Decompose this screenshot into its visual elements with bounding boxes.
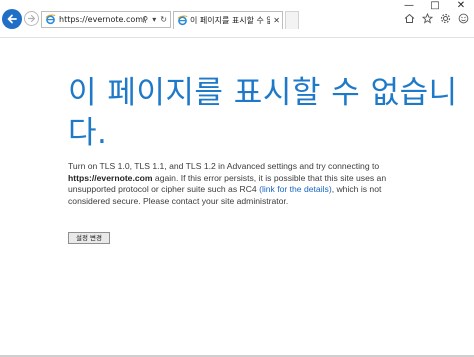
window-controls: — □ ✕: [396, 0, 474, 12]
address-tools: ⚲ ▾ ↻: [142, 14, 167, 25]
forward-button[interactable]: [24, 11, 39, 26]
tab-title: 이 페이지를 표시할 수 없...: [190, 16, 270, 25]
back-arrow-icon: [7, 14, 17, 24]
error-page: 이 페이지를 표시할 수 없습니다. Turn on TLS 1.0, TLS …: [0, 39, 474, 357]
home-icon[interactable]: [403, 12, 415, 24]
favorites-star-icon[interactable]: [421, 12, 433, 24]
new-tab-button[interactable]: [285, 11, 299, 29]
home-glyph-icon: [404, 13, 414, 23]
smiley-feedback-icon[interactable]: [457, 12, 469, 24]
close-window-button[interactable]: ✕: [448, 0, 474, 12]
error-description: Turn on TLS 1.0, TLS 1.1, and TLS 1.2 in…: [68, 161, 413, 207]
back-button[interactable]: [2, 9, 22, 29]
forward-arrow-icon: [27, 14, 36, 23]
maximize-button[interactable]: □: [422, 0, 448, 12]
search-icon[interactable]: ⚲: [142, 14, 148, 25]
description-url: https://evernote.com: [68, 172, 153, 183]
ie-favicon-icon: [45, 14, 56, 25]
refresh-icon[interactable]: ↻: [160, 14, 167, 25]
details-link[interactable]: (link for the details): [259, 184, 332, 194]
tab-current[interactable]: 이 페이지를 표시할 수 없... ✕: [173, 11, 283, 29]
description-part-1: Turn on TLS 1.0, TLS 1.1, and TLS 1.2 in…: [68, 161, 380, 171]
smiley-glyph-icon: [458, 13, 468, 23]
ie-tab-favicon-icon: [177, 15, 188, 26]
address-bar[interactable]: https://evernote.com/ ⚲ ▾ ↻: [41, 11, 171, 28]
minimize-button[interactable]: —: [396, 0, 422, 12]
toolbar-icons: [403, 12, 469, 24]
change-settings-button[interactable]: 설정 변경: [68, 232, 110, 244]
error-heading: 이 페이지를 표시할 수 없습니다.: [68, 75, 458, 151]
settings-gear-icon[interactable]: [439, 12, 451, 24]
dropdown-icon[interactable]: ▾: [152, 14, 156, 25]
browser-toolbar: — □ ✕ https://evernote.com/ ⚲ ▾ ↻ 이 페이지를…: [0, 0, 474, 38]
gear-glyph-icon: [440, 13, 450, 23]
tab-close-icon[interactable]: ✕: [273, 15, 280, 26]
url-text[interactable]: https://evernote.com/: [59, 14, 146, 25]
star-glyph-icon: [421, 12, 433, 24]
